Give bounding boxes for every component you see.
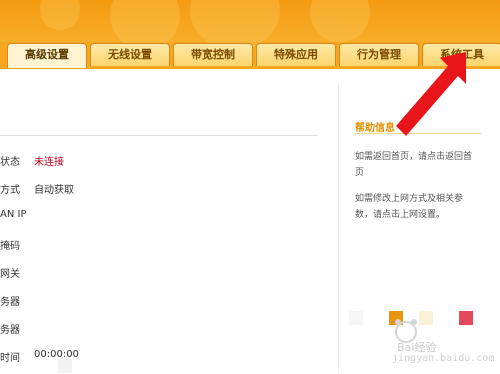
tab-advanced-settings[interactable]: 高级设置 <box>7 43 87 68</box>
status-label: 状态 <box>0 157 20 168</box>
watermark-url: jingyan.baidu.com <box>392 353 495 364</box>
tab-bandwidth-control[interactable]: 带宽控制 <box>173 43 253 66</box>
status-row-dns-secondary: 务器 <box>0 321 330 339</box>
status-row-method: 方式 自动获取 <box>0 181 330 199</box>
red-arrow-annotation <box>396 52 466 136</box>
tab-special-applications[interactable]: 特殊应用 <box>256 43 336 66</box>
status-label: 务器 <box>0 325 20 336</box>
watermark-paw-icon <box>411 319 417 325</box>
status-row-connection: 状态 未连接 <box>0 153 330 171</box>
status-row-wan-ip: AN IP <box>0 209 330 227</box>
help-text-home-line1: 如需返回首页，请点击返回首 <box>355 152 473 162</box>
status-value: 自动获取 <box>34 185 74 196</box>
status-label: 网关 <box>0 269 20 280</box>
status-row-subnet-mask: 掩码 <box>0 237 330 255</box>
help-text-home-line2: 页 <box>355 168 365 178</box>
status-row-online-time: 时间 00:00:00 <box>0 349 330 367</box>
status-row-gateway: 网关 <box>0 265 330 283</box>
status-value: 00:00:00 <box>34 349 79 360</box>
status-value: 未连接 <box>34 157 64 168</box>
status-row-dns-primary: 务器 <box>0 293 330 311</box>
help-text-setup-line1: 如需修改上网方式及相关参 <box>355 194 464 204</box>
status-label: 掩码 <box>0 241 20 252</box>
help-text-setup-line2: 数，请点击上网设置。 <box>355 210 446 220</box>
status-panel: 状态 未连接 方式 自动获取 AN IP 掩码 网关 务器 务器 时间 00:0… <box>0 69 330 374</box>
status-divider <box>0 135 318 136</box>
watermark-paw-icon <box>395 319 401 325</box>
red-arrow-shape <box>396 52 466 136</box>
faint-box <box>58 359 72 373</box>
tab-wireless-settings[interactable]: 无线设置 <box>90 43 170 66</box>
status-label: AN IP <box>0 209 27 220</box>
status-label: 务器 <box>0 297 20 308</box>
swatch <box>349 311 363 325</box>
status-label: 方式 <box>0 185 20 196</box>
status-label: 时间 <box>0 353 20 364</box>
